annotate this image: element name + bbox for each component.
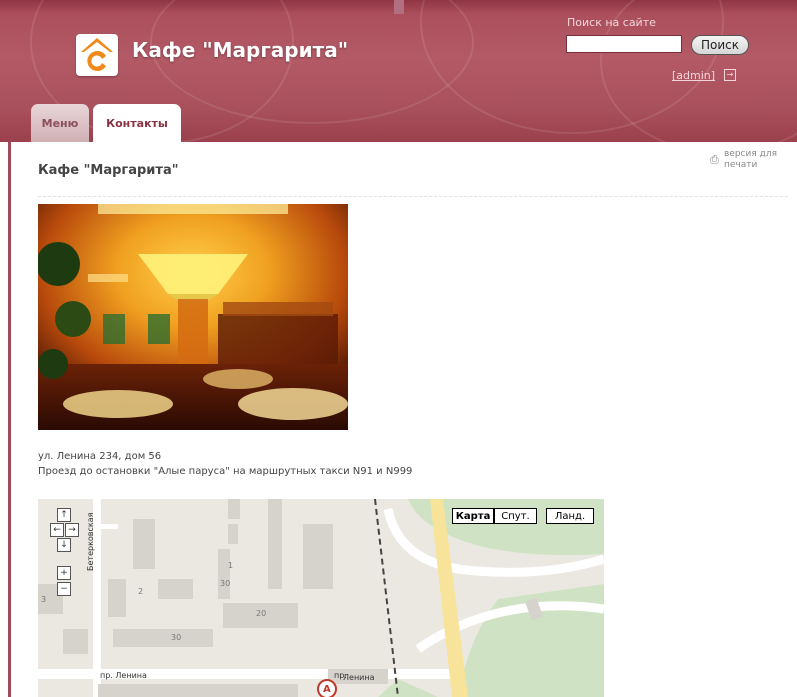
title-divider (38, 196, 788, 197)
street-label-bottom-right: Ленина (343, 673, 375, 682)
house-number: 30 (171, 633, 182, 642)
left-edge-line (8, 142, 11, 697)
address-text: ул. Ленина 234, дом 56 (38, 451, 162, 462)
map-type-map-button[interactable]: Карта (452, 508, 494, 524)
site-header: Кафе "Маргарита" Поиск на сайте Поиск [a… (0, 0, 797, 145)
map-pan-up-icon[interactable]: ↑ (57, 508, 71, 522)
map-pan-left-icon[interactable]: ← (50, 523, 64, 537)
house-number: 2 (138, 587, 144, 596)
search-input[interactable] (566, 35, 682, 53)
map-marker-label[interactable]: A (323, 684, 331, 695)
cafe-interior-photo (38, 204, 348, 430)
house-number: 30 (220, 579, 231, 588)
street-label-bottom-left: пр. Ленина (100, 671, 147, 680)
street-label-vertical: Бетерковская (86, 512, 95, 571)
left-margin (0, 142, 16, 697)
site-title[interactable]: Кафе "Маргарита" (132, 38, 348, 62)
print-version-link[interactable]: версия для печати (724, 149, 792, 171)
admin-link[interactable]: [admin] (672, 69, 715, 82)
printer-icon[interactable]: ⎙ (710, 154, 722, 165)
map-zoom-out-icon[interactable]: − (57, 582, 71, 596)
search-button[interactable]: Поиск (691, 35, 749, 55)
location-map[interactable]: ↑ ← → ↓ + − Карта Спут. Ланд. Бетерковск… (38, 499, 604, 697)
map-type-landscape-button[interactable]: Ланд. (546, 508, 594, 524)
directions-text: Проезд до остановки "Алые паруса" на мар… (38, 466, 413, 477)
search-label: Поиск на сайте (567, 16, 656, 29)
map-type-satellite-button[interactable]: Спут. (494, 508, 537, 524)
map-pan-right-icon[interactable]: → (65, 523, 79, 537)
cafe-logo-icon[interactable] (76, 34, 118, 76)
map-zoom-in-icon[interactable]: + (57, 566, 71, 580)
tab-menu[interactable]: Меню (31, 104, 89, 142)
page-title: Кафе "Маргарита" (38, 163, 179, 178)
house-number: 3 (41, 595, 47, 604)
tab-contacts[interactable]: Контакты (93, 104, 181, 145)
house-number: 1 (228, 561, 234, 570)
map-pan-down-icon[interactable]: ↓ (57, 538, 71, 552)
house-number: 20 (256, 609, 267, 618)
logout-icon[interactable]: → (724, 69, 736, 81)
